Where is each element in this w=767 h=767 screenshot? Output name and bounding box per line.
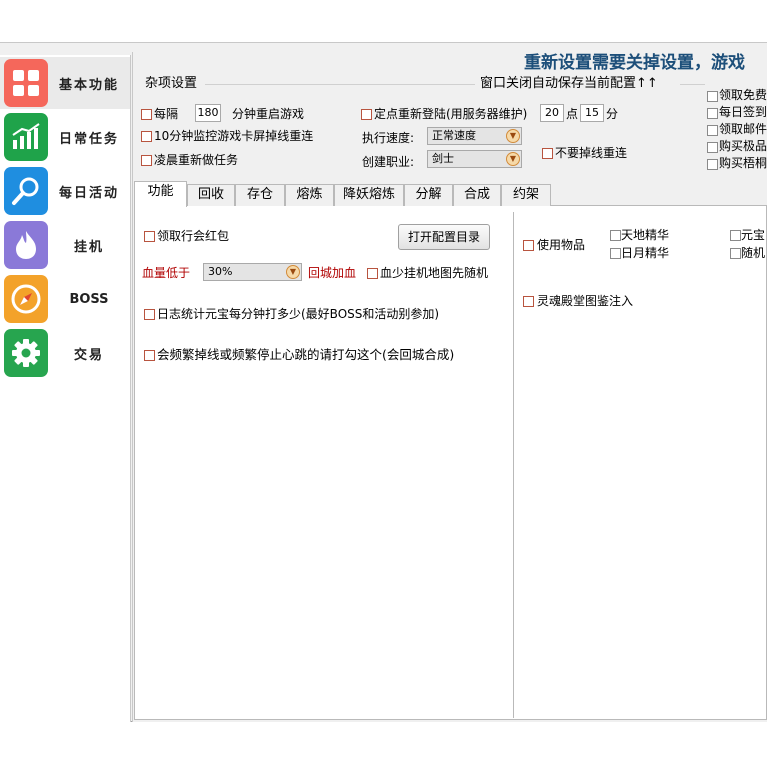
guild-redpacket-label: 领取行会红包 (157, 229, 230, 243)
right-option-label: 领取邮件 (719, 122, 767, 136)
chart-icon (4, 113, 48, 161)
item-label: 天地精华 (621, 228, 670, 242)
magnifier-icon (4, 167, 48, 215)
sidebar-item-boss[interactable]: BOSS (0, 273, 130, 325)
tab-duel[interactable]: 约架 (501, 184, 551, 206)
dawn-redo-checkbox[interactable] (141, 155, 152, 166)
login-hour-input[interactable]: 20 (540, 104, 564, 122)
item-checkbox[interactable] (730, 230, 741, 241)
speed-select[interactable]: 正常速度 ▼ (427, 127, 522, 145)
right-option-label: 每日签到 (719, 105, 767, 119)
right-option-label: 购买梧桐 (719, 156, 767, 170)
speed-value: 正常速度 (432, 129, 476, 142)
hp-low-label: 血量低于 (142, 266, 191, 280)
right-option-checkbox[interactable] (707, 125, 718, 136)
tab-demon-smelt[interactable]: 降妖熔炼 (334, 184, 404, 206)
no-reconnect-checkbox[interactable] (542, 148, 553, 159)
sidebar: 基本功能 日常任务 每日活动 挂机 BOSS 交易 (0, 55, 131, 722)
sidebar-item-trade[interactable]: 交易 (0, 327, 130, 379)
fixed-login-label: 定点重新登陆(用服务器维护) (374, 107, 528, 121)
gear-icon (4, 329, 48, 377)
sidebar-item-basic[interactable]: 基本功能 (0, 57, 130, 109)
login-minute-input[interactable]: 15 (580, 104, 604, 122)
banner-notice: 重新设置需要关掉设置，游戏 (524, 53, 745, 73)
sidebar-item-label: 挂机 (73, 239, 104, 255)
right-option-checkbox[interactable] (707, 91, 718, 102)
use-items-checkbox[interactable] (523, 240, 534, 251)
sidebar-item-label: 日常任务 (58, 131, 119, 147)
soul-hall-checkbox[interactable] (523, 296, 534, 307)
sidebar-item-idle[interactable]: 挂机 (0, 219, 130, 271)
tab-recycle[interactable]: 回收 (187, 184, 235, 206)
job-value: 剑士 (432, 152, 454, 165)
right-option-label: 购买极品 (719, 139, 767, 153)
tab-smelt[interactable]: 熔炼 (285, 184, 334, 206)
monitor-reconnect-label: 10分钟监控游戏卡屏掉线重连 (154, 129, 314, 143)
item-checkbox[interactable] (610, 230, 621, 241)
hp-value: 30% (208, 265, 233, 278)
low-hp-random-label: 血少挂机地图先随机 (380, 266, 489, 280)
item-checkbox[interactable] (610, 248, 621, 259)
use-items-label: 使用物品 (537, 238, 586, 252)
return-city-label: 回城加血 (308, 266, 357, 280)
frequent-disconnect-checkbox[interactable] (144, 350, 155, 361)
tab-compose[interactable]: 合成 (453, 184, 501, 206)
tab-content (134, 205, 767, 720)
open-config-button[interactable]: 打开配置目录 (398, 224, 490, 250)
minute-label: 分 (606, 107, 619, 121)
item-label: 元宝 (741, 228, 766, 242)
job-label: 创建职业: (362, 155, 415, 169)
every-restart-checkbox[interactable] (141, 109, 152, 120)
chevron-down-icon[interactable]: ▼ (286, 265, 300, 279)
right-option-checkbox[interactable] (707, 108, 718, 119)
item-label: 随机 (741, 246, 766, 260)
item-label: 日月精华 (621, 246, 670, 260)
flame-icon (4, 221, 48, 269)
sidebar-item-daily-tasks[interactable]: 日常任务 (0, 111, 130, 163)
tab-function[interactable]: 功能 (134, 181, 187, 207)
right-option-checkbox[interactable] (707, 159, 718, 170)
sidebar-item-label: BOSS (69, 291, 109, 307)
speed-label: 执行速度: (362, 131, 415, 145)
compass-icon (4, 275, 48, 323)
hp-threshold-select[interactable]: 30% ▼ (203, 263, 302, 281)
sidebar-item-daily-events[interactable]: 每日活动 (0, 165, 130, 217)
log-stat-label: 日志统计元宝每分钟打多少(最好BOSS和活动别参加) (157, 307, 440, 321)
sidebar-item-label: 基本功能 (58, 77, 119, 93)
panel-divider (513, 212, 514, 718)
misc-settings-title: 杂项设置 (145, 76, 198, 91)
job-select[interactable]: 剑士 ▼ (427, 150, 522, 168)
right-option-checkbox[interactable] (707, 142, 718, 153)
sidebar-item-label: 每日活动 (58, 185, 119, 201)
grid-icon (4, 59, 48, 107)
log-stat-checkbox[interactable] (144, 309, 155, 320)
low-hp-random-checkbox[interactable] (367, 268, 378, 279)
sidebar-item-label: 交易 (73, 347, 104, 363)
guild-redpacket-checkbox[interactable] (144, 231, 155, 242)
group-divider (680, 84, 705, 85)
tab-storage[interactable]: 存仓 (235, 184, 285, 206)
every-label: 每隔 (154, 107, 179, 121)
restart-label: 分钟重启游戏 (232, 107, 305, 121)
group-divider (205, 84, 475, 85)
item-checkbox[interactable] (730, 248, 741, 259)
chevron-down-icon[interactable]: ▼ (506, 152, 520, 166)
autosave-notice: 窗口关闭自动保存当前配置↑↑ (480, 76, 658, 91)
dawn-redo-label: 凌晨重新做任务 (154, 153, 239, 167)
restart-minutes-input[interactable]: 180 (195, 104, 221, 122)
tab-decompose[interactable]: 分解 (404, 184, 453, 206)
right-option-label: 领取免费 (719, 88, 767, 102)
monitor-reconnect-checkbox[interactable] (141, 131, 152, 142)
fixed-login-checkbox[interactable] (361, 109, 372, 120)
hour-label: 点 (566, 107, 579, 121)
frequent-disconnect-label: 会频繁掉线或频繁停止心跳的请打勾这个(会回城合成) (157, 347, 455, 362)
chevron-down-icon[interactable]: ▼ (506, 129, 520, 143)
soul-hall-label: 灵魂殿堂图鉴注入 (537, 294, 634, 308)
no-reconnect-label: 不要掉线重连 (555, 146, 628, 160)
